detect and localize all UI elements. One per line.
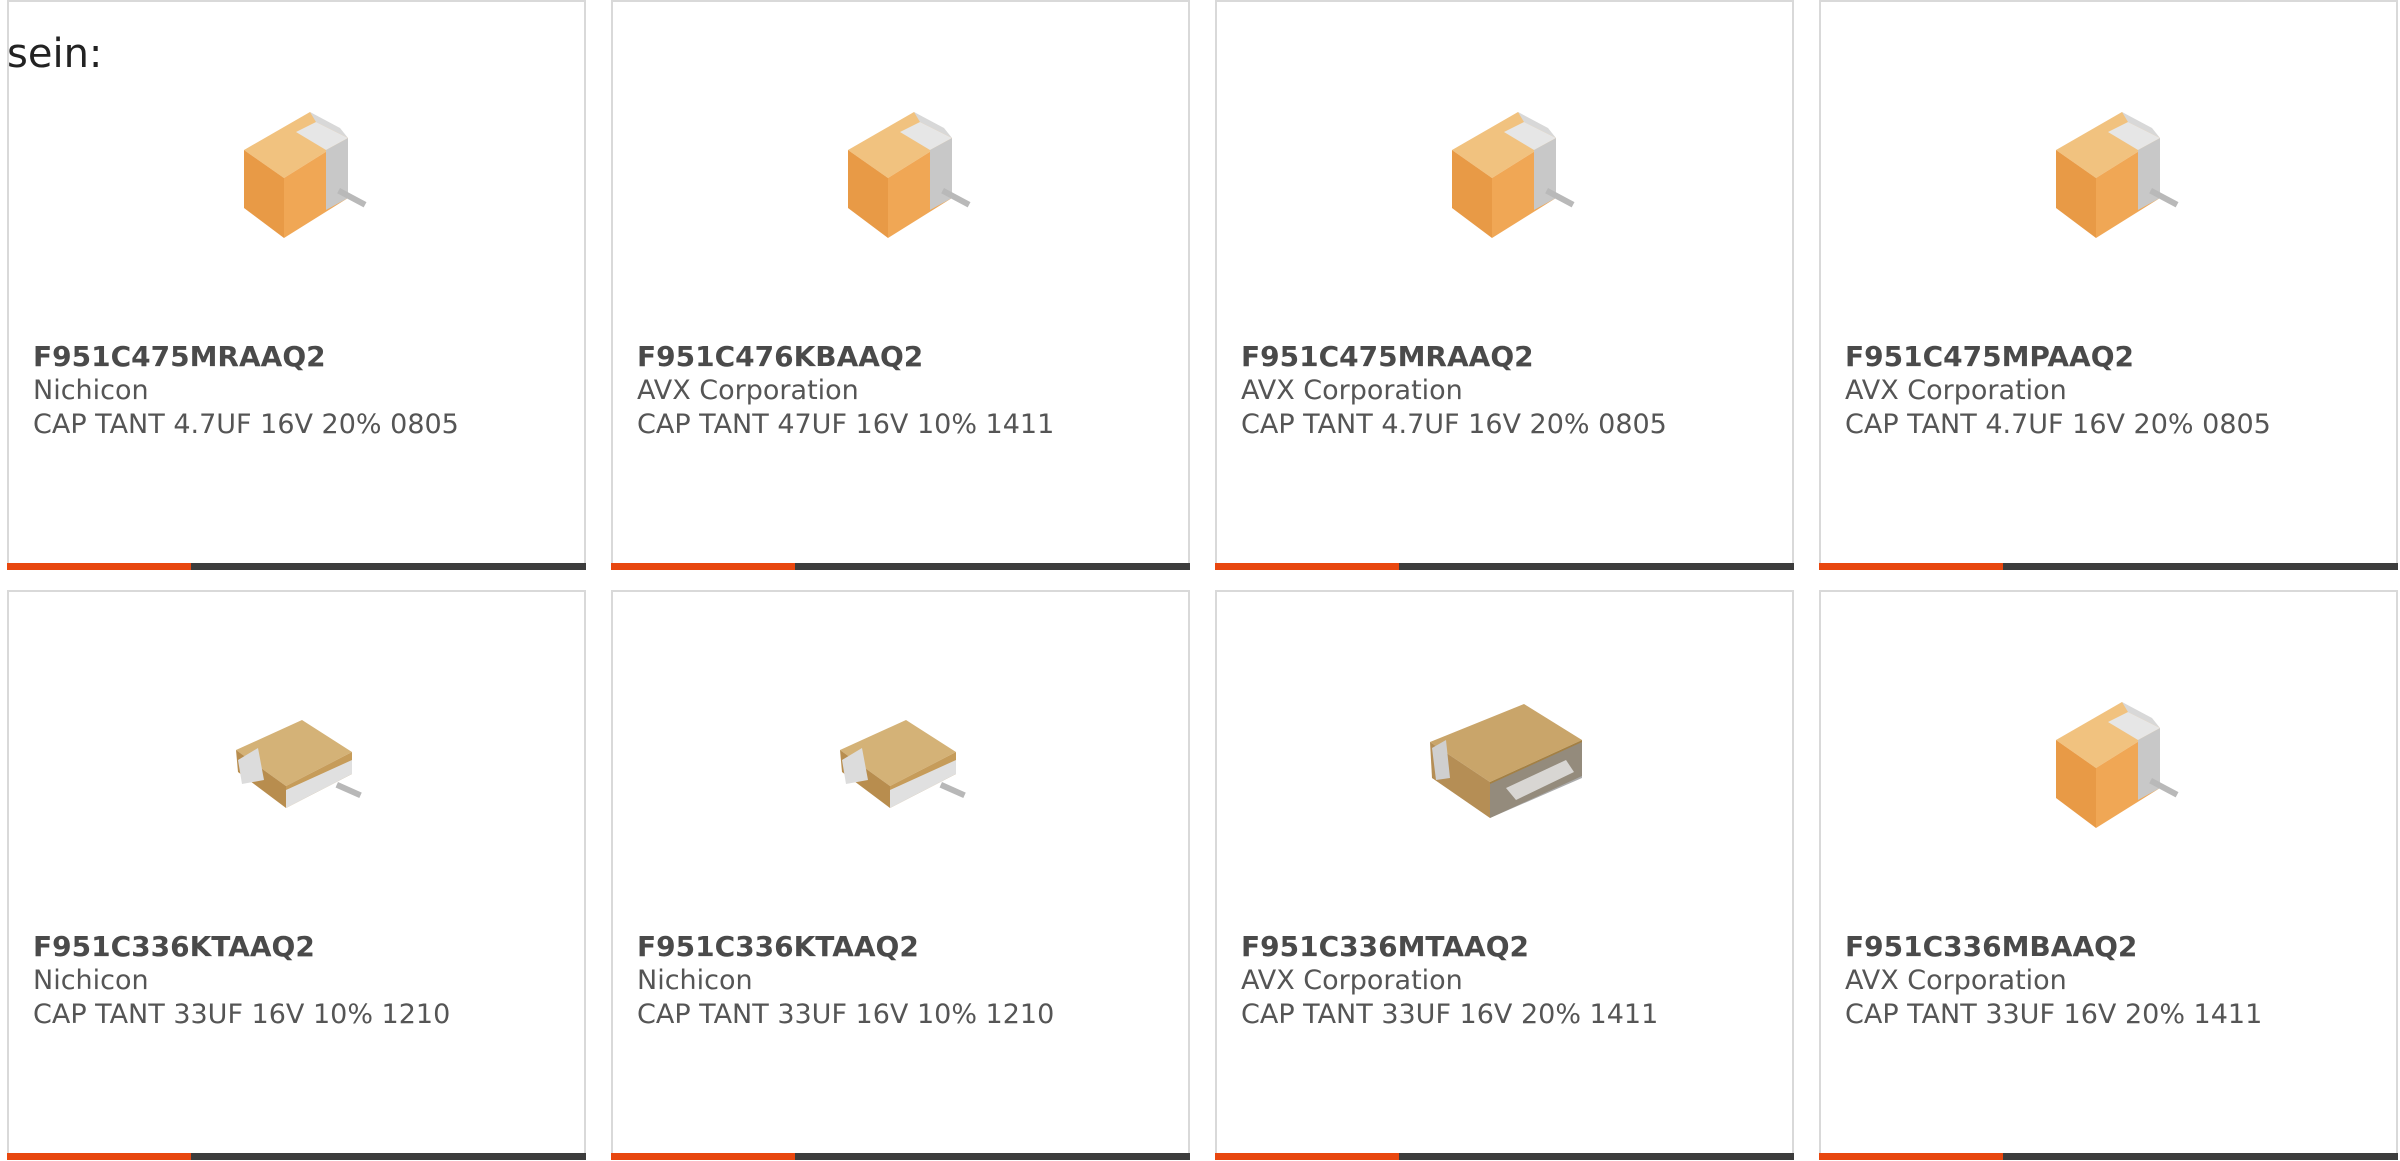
product-grid-page: F951C475MRAAQ2 Nichicon CAP TANT 4.7UF 1… [0,0,2400,1161]
wrapped-tan-capacitor-icon[interactable] [1406,660,1606,860]
part-number[interactable]: F951C336KTAAQ2 [637,930,1178,964]
product-info: F951C475MRAAQ2 Nichicon CAP TANT 4.7UF 1… [33,340,574,442]
product-card[interactable]: F951C336KTAAQ2 Nichicon CAP TANT 33UF 16… [611,590,1190,1160]
product-info: F951C475MPAAQ2 AVX Corporation CAP TANT … [1845,340,2386,442]
product-info: F951C476KBAAQ2 AVX Corporation CAP TANT … [637,340,1178,442]
description: CAP TANT 47UF 16V 10% 1411 [637,409,1055,440]
part-number[interactable]: F951C475MRAAQ2 [33,340,574,374]
product-info: F951C336KTAAQ2 Nichicon CAP TANT 33UF 16… [637,930,1178,1032]
orange-block-capacitor-icon[interactable] [2010,70,2210,270]
product-card[interactable]: F951C475MRAAQ2 Nichicon CAP TANT 4.7UF 1… [7,0,586,570]
description: CAP TANT 4.7UF 16V 20% 0805 [1241,409,1667,440]
flat-tan-capacitor-icon[interactable] [198,660,398,860]
card-accent-bar [611,1153,1190,1160]
orange-block-capacitor-icon[interactable] [2010,660,2210,860]
description: CAP TANT 33UF 16V 10% 1210 [33,999,451,1030]
card-accent-bar [1819,563,2398,570]
card-accent-bar [1215,1153,1794,1160]
product-card[interactable]: F951C475MPAAQ2 AVX Corporation CAP TANT … [1819,0,2398,570]
product-card[interactable]: F951C336MBAAQ2 AVX Corporation CAP TANT … [1819,590,2398,1160]
part-number[interactable]: F951C336KTAAQ2 [33,930,574,964]
intro-text: sein: [7,31,103,77]
product-card[interactable]: F951C336MTAAQ2 AVX Corporation CAP TANT … [1215,590,1794,1160]
card-accent-bar [611,563,1190,570]
part-number[interactable]: F951C475MPAAQ2 [1845,340,2386,374]
flat-tan-capacitor-icon[interactable] [802,660,1002,860]
product-info: F951C336MBAAQ2 AVX Corporation CAP TANT … [1845,930,2386,1032]
part-number[interactable]: F951C475MRAAQ2 [1241,340,1782,374]
part-number[interactable]: F951C336MTAAQ2 [1241,930,1782,964]
manufacturer: Nichicon [637,965,753,996]
product-card[interactable]: F951C336KTAAQ2 Nichicon CAP TANT 33UF 16… [7,590,586,1160]
card-accent-bar [7,563,586,570]
orange-block-capacitor-icon[interactable] [802,70,1002,270]
manufacturer: AVX Corporation [1241,375,1463,406]
card-accent-bar [7,1153,586,1160]
manufacturer: Nichicon [33,375,149,406]
product-info: F951C475MRAAQ2 AVX Corporation CAP TANT … [1241,340,1782,442]
part-number[interactable]: F951C476KBAAQ2 [637,340,1178,374]
description: CAP TANT 33UF 16V 20% 1411 [1845,999,2263,1030]
manufacturer: AVX Corporation [1241,965,1463,996]
orange-block-capacitor-icon[interactable] [198,70,398,270]
product-card[interactable]: F951C476KBAAQ2 AVX Corporation CAP TANT … [611,0,1190,570]
description: CAP TANT 4.7UF 16V 20% 0805 [1845,409,2271,440]
manufacturer: Nichicon [33,965,149,996]
product-info: F951C336MTAAQ2 AVX Corporation CAP TANT … [1241,930,1782,1032]
orange-block-capacitor-icon[interactable] [1406,70,1606,270]
product-info: F951C336KTAAQ2 Nichicon CAP TANT 33UF 16… [33,930,574,1032]
product-card-grid: F951C475MRAAQ2 Nichicon CAP TANT 4.7UF 1… [7,0,2400,1160]
description: CAP TANT 33UF 16V 10% 1210 [637,999,1055,1030]
description: CAP TANT 33UF 16V 20% 1411 [1241,999,1659,1030]
manufacturer: AVX Corporation [1845,375,2067,406]
part-number[interactable]: F951C336MBAAQ2 [1845,930,2386,964]
card-accent-bar [1215,563,1794,570]
manufacturer: AVX Corporation [1845,965,2067,996]
product-card[interactable]: F951C475MRAAQ2 AVX Corporation CAP TANT … [1215,0,1794,570]
card-accent-bar [1819,1153,2398,1160]
description: CAP TANT 4.7UF 16V 20% 0805 [33,409,459,440]
manufacturer: AVX Corporation [637,375,859,406]
